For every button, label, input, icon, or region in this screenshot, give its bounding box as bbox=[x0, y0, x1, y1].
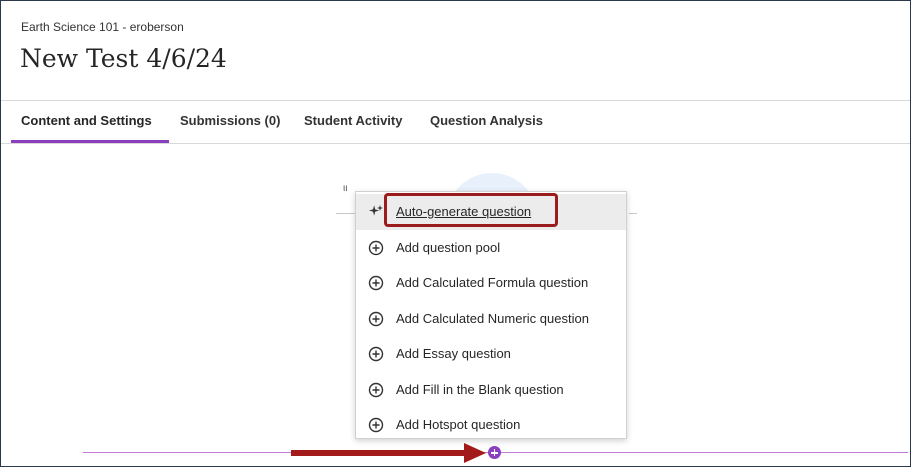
page-title: New Test 4/6/24 bbox=[20, 44, 227, 73]
menu-item-add-calculated-numeric[interactable]: Add Calculated Numeric question bbox=[356, 301, 626, 337]
course-breadcrumb[interactable]: Earth Science 101 - eroberson bbox=[21, 20, 184, 34]
add-content-plus-button[interactable] bbox=[488, 446, 501, 459]
divider-line bbox=[629, 213, 637, 214]
menu-item-label: Add Calculated Formula question bbox=[396, 275, 589, 290]
obscured-text: ιι bbox=[343, 183, 348, 194]
window-frame: Earth Science 101 - eroberson New Test 4… bbox=[0, 0, 911, 467]
menu-item-label: Add question pool bbox=[396, 240, 501, 255]
menu-item-label: Add Hotspot question bbox=[396, 417, 521, 432]
divider-line bbox=[336, 213, 356, 214]
tab-student-activity[interactable]: Student Activity bbox=[304, 113, 402, 128]
tab-question-analysis[interactable]: Question Analysis bbox=[430, 113, 543, 128]
tab-submissions[interactable]: Submissions (0) bbox=[180, 113, 280, 128]
page-header: Earth Science 101 - eroberson New Test 4… bbox=[1, 1, 910, 101]
tab-bar: Content and Settings Submissions (0) Stu… bbox=[1, 101, 910, 144]
annotation-highlight-box bbox=[384, 193, 558, 227]
menu-item-label: Add Fill in the Blank question bbox=[396, 382, 564, 397]
tab-content-and-settings[interactable]: Content and Settings bbox=[21, 113, 152, 128]
add-question-menu: Auto-generate question Add question pool… bbox=[355, 191, 627, 439]
active-tab-indicator bbox=[11, 140, 169, 143]
add-circle-icon bbox=[368, 311, 384, 327]
menu-item-add-fill-in-the-blank[interactable]: Add Fill in the Blank question bbox=[356, 372, 626, 408]
menu-item-add-question-pool[interactable]: Add question pool bbox=[356, 230, 626, 266]
annotation-arrow bbox=[291, 450, 466, 456]
menu-item-label: Add Essay question bbox=[396, 346, 511, 361]
add-circle-icon bbox=[368, 275, 384, 291]
menu-item-add-calculated-formula[interactable]: Add Calculated Formula question bbox=[356, 265, 626, 301]
add-circle-icon bbox=[368, 417, 384, 433]
menu-item-add-essay[interactable]: Add Essay question bbox=[356, 336, 626, 372]
menu-item-label: Add Calculated Numeric question bbox=[396, 311, 589, 326]
add-circle-icon bbox=[368, 240, 384, 256]
add-circle-icon bbox=[368, 346, 384, 362]
add-circle-icon bbox=[368, 382, 384, 398]
menu-item-add-hotspot[interactable]: Add Hotspot question bbox=[356, 407, 626, 443]
annotation-arrow-head bbox=[464, 443, 486, 463]
sparkle-icon bbox=[369, 205, 383, 216]
